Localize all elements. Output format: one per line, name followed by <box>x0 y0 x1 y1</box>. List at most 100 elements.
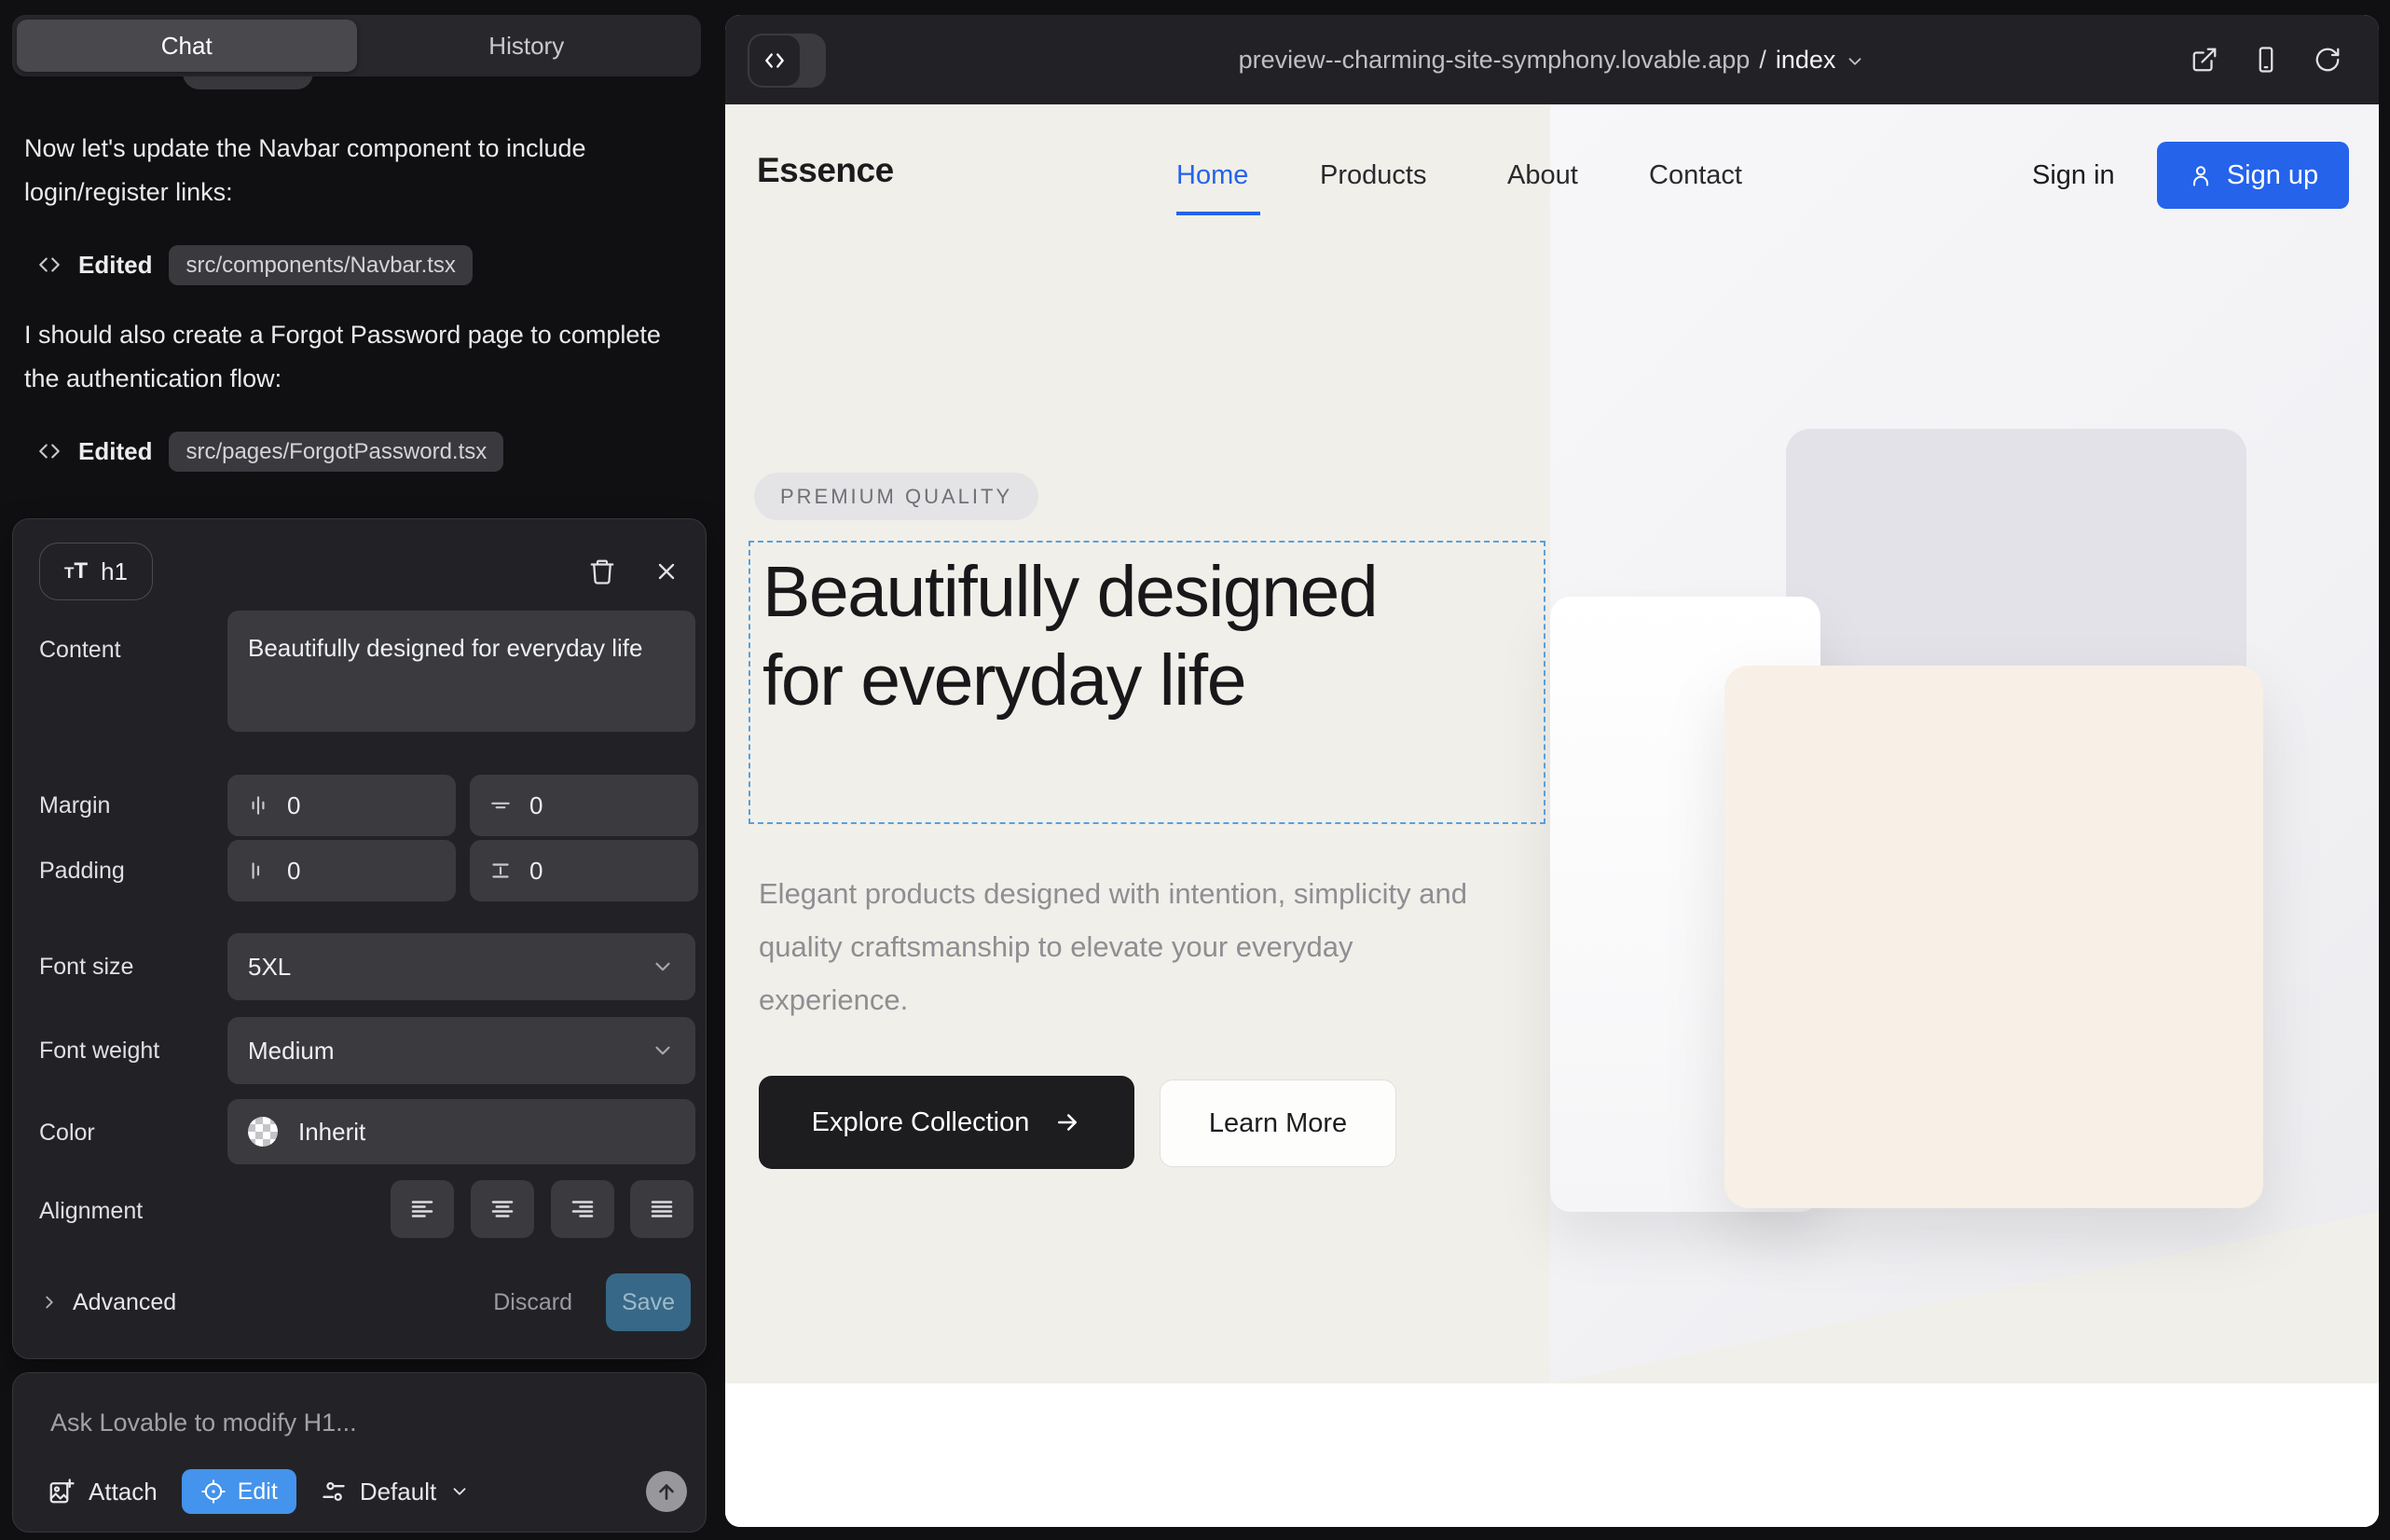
section-below-hero <box>725 1383 2379 1527</box>
margin-x-value: 0 <box>287 791 300 820</box>
margin-label: Margin <box>39 792 110 819</box>
explore-collection-label: Explore Collection <box>812 1107 1030 1138</box>
attach-image-icon <box>48 1478 76 1506</box>
color-swatch-icon <box>248 1117 278 1147</box>
url-domain: preview--charming-site-symphony.lovable.… <box>1239 46 1751 75</box>
nav-link-contact[interactable]: Contact <box>1649 160 1742 191</box>
padding-horizontal-icon <box>246 859 270 883</box>
composer-toolbar: Attach Edit Default <box>48 1469 687 1514</box>
element-tag-name: h1 <box>101 557 128 586</box>
url-page: index <box>1776 46 1836 75</box>
font-weight-label: Font weight <box>39 1038 159 1065</box>
font-size-label: Font size <box>39 954 133 981</box>
chat-message: I should also create a Forgot Password p… <box>24 313 691 401</box>
discard-button[interactable]: Discard <box>493 1289 572 1316</box>
tab-chat[interactable]: Chat <box>17 20 357 72</box>
color-label: Color <box>39 1120 95 1147</box>
margin-horizontal-icon <box>246 793 270 818</box>
premium-quality-badge: PREMIUM QUALITY <box>754 473 1038 520</box>
element-editor-panel: TT h1 Content Beautifully designed for e… <box>12 518 707 1359</box>
delete-element-button[interactable] <box>588 557 616 585</box>
align-center-button[interactable] <box>471 1180 534 1238</box>
edited-file-row: Edited src/pages/ForgotPassword.tsx <box>37 431 503 472</box>
typography-icon: TT <box>64 558 88 584</box>
edited-label: Edited <box>78 251 152 280</box>
file-chip[interactable]: src/pages/ForgotPassword.tsx <box>169 432 503 472</box>
editor-footer: Advanced Discard Save <box>39 1273 691 1331</box>
padding-x-value: 0 <box>287 857 300 886</box>
close-editor-button[interactable] <box>653 558 680 584</box>
padding-x-input[interactable]: 0 <box>227 840 456 901</box>
hero-heading[interactable]: Beautifully designed for everyday life <box>762 548 1378 725</box>
attach-button[interactable]: Attach <box>48 1478 158 1506</box>
content-input[interactable]: Beautifully designed for everyday life <box>227 611 695 732</box>
code-view-toggle[interactable] <box>748 34 826 88</box>
nav-active-underline <box>1176 212 1260 215</box>
alignment-label: Alignment <box>39 1198 143 1225</box>
refresh-icon <box>2314 46 2342 74</box>
nav-link-home[interactable]: Home <box>1176 160 1248 191</box>
preview-url[interactable]: preview--charming-site-symphony.lovable.… <box>725 46 2379 75</box>
padding-y-input[interactable]: 0 <box>470 840 698 901</box>
nav-link-products[interactable]: Products <box>1320 160 1426 191</box>
font-size-select[interactable]: 5XL <box>227 933 695 1000</box>
prompt-input[interactable] <box>50 1409 666 1437</box>
padding-vertical-icon <box>488 859 513 883</box>
margin-x-input[interactable]: 0 <box>227 775 456 836</box>
site-canvas: Essence Home Products About Contact Sign… <box>725 104 2379 1527</box>
site-logo[interactable]: Essence <box>757 151 894 190</box>
color-select[interactable]: Inherit <box>227 1099 695 1164</box>
edit-label: Edit <box>238 1478 278 1506</box>
align-right-button[interactable] <box>551 1180 614 1238</box>
chat-history-tabs: Chat History <box>12 15 701 76</box>
sign-up-label: Sign up <box>2227 160 2318 191</box>
edit-mode-button[interactable]: Edit <box>182 1469 296 1514</box>
align-left-button[interactable] <box>391 1180 454 1238</box>
chevron-down-icon <box>1845 51 1865 72</box>
preview-topbar: preview--charming-site-symphony.lovable.… <box>725 15 2379 104</box>
nav-link-about[interactable]: About <box>1507 160 1578 191</box>
chevron-down-icon <box>651 955 675 979</box>
url-separator: / <box>1759 46 1766 75</box>
advanced-toggle[interactable]: Advanced <box>39 1289 176 1316</box>
font-weight-value: Medium <box>248 1037 334 1066</box>
align-justify-button[interactable] <box>630 1180 694 1238</box>
external-link-icon <box>2191 46 2218 74</box>
refresh-button[interactable] <box>2314 46 2342 74</box>
font-weight-select[interactable]: Medium <box>227 1017 695 1084</box>
user-icon <box>2188 162 2214 188</box>
margin-y-input[interactable]: 0 <box>470 775 698 836</box>
arrow-right-icon <box>1053 1108 1081 1136</box>
code-icon <box>37 439 62 463</box>
mobile-view-button[interactable] <box>2252 46 2280 74</box>
lovable-app: ··· Chat History Now let's update the Na… <box>0 0 2390 1540</box>
mode-label: Default <box>360 1478 436 1506</box>
phone-icon <box>2252 46 2280 74</box>
chat-message: Now let's update the Navbar component to… <box>24 127 691 214</box>
sliders-icon <box>321 1478 347 1505</box>
content-label: Content <box>39 637 121 664</box>
explore-collection-button[interactable]: Explore Collection <box>759 1076 1134 1169</box>
prompt-composer: Attach Edit Default <box>12 1372 707 1533</box>
padding-label: Padding <box>39 858 125 885</box>
editor-header: TT h1 <box>39 542 680 601</box>
code-icon <box>762 48 787 73</box>
sign-in-link[interactable]: Sign in <box>2032 160 2115 191</box>
advanced-label: Advanced <box>73 1289 176 1316</box>
mode-select-button[interactable]: Default <box>321 1478 470 1506</box>
attach-label: Attach <box>89 1478 158 1506</box>
send-button[interactable] <box>646 1471 687 1512</box>
trash-icon <box>588 557 616 585</box>
sign-up-button[interactable]: Sign up <box>2157 142 2349 209</box>
element-tag-pill[interactable]: TT h1 <box>39 543 153 600</box>
hero-paragraph: Elegant products designed with intention… <box>759 867 1509 1026</box>
file-chip[interactable]: src/components/Navbar.tsx <box>169 245 472 285</box>
tab-history[interactable]: History <box>357 20 697 72</box>
open-external-button[interactable] <box>2191 46 2218 74</box>
save-button[interactable]: Save <box>606 1273 691 1331</box>
margin-vertical-icon <box>488 793 513 818</box>
learn-more-button[interactable]: Learn More <box>1160 1079 1396 1167</box>
font-size-value: 5XL <box>248 953 291 982</box>
color-value: Inherit <box>298 1118 365 1147</box>
close-icon <box>653 558 680 584</box>
